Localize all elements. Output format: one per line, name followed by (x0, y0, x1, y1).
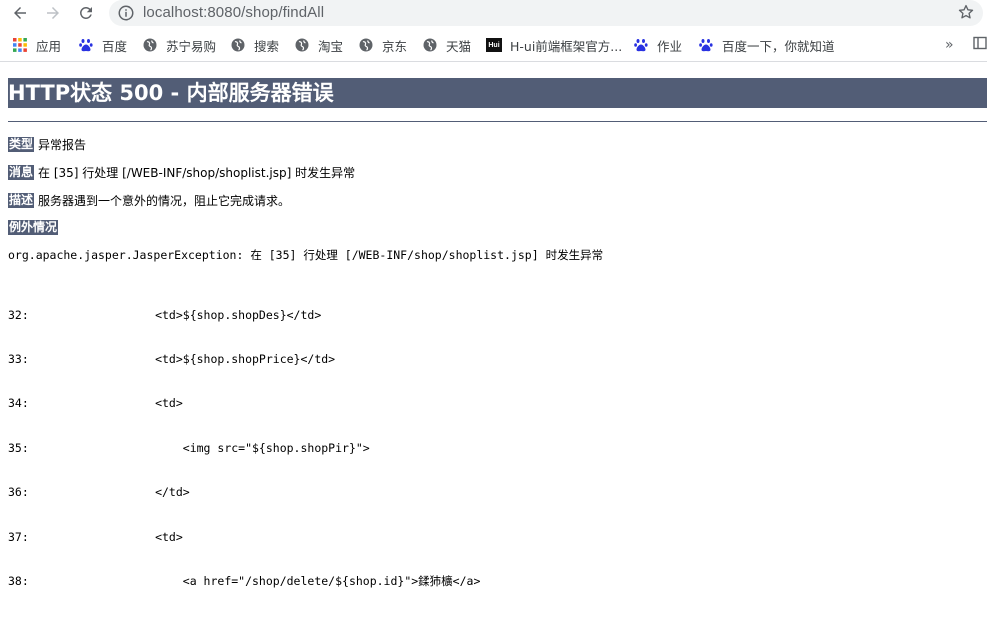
message-label: 消息 (8, 165, 35, 180)
reload-icon (80, 6, 92, 19)
error-title: HTTP状态 500 - 内部服务器错误 (8, 78, 987, 108)
bookmark-taobao[interactable]: 淘宝 (295, 35, 343, 55)
bookmark-homework[interactable]: 作业 (634, 35, 682, 55)
code-excerpt: 32: <td>${shop.shopDes}</td> 33: <td>${s… (8, 278, 480, 618)
baidu-paw-icon (699, 39, 713, 52)
baidu-paw-icon (634, 39, 648, 52)
line-number: 37: (8, 529, 29, 544)
code-line: 35: <img src="${shop.shopPir}"> (8, 441, 480, 456)
description-row: 描述 服务器遇到一个意外的情况，阻止它完成请求。 (8, 192, 290, 209)
line-number: 38: (8, 573, 29, 588)
reading-list-icon[interactable] (973, 36, 987, 50)
bookmark-label: 苏宁易购 (166, 38, 217, 54)
line-number: 35: (8, 440, 29, 455)
reload-button[interactable] (75, 2, 97, 24)
bookmark-label: 京东 (382, 38, 408, 54)
arrow-left-icon (14, 7, 26, 19)
bookmark-label: 天猫 (446, 38, 472, 54)
code-line: 34: <td> (8, 396, 480, 411)
code-text: <td> (72, 396, 183, 411)
bookmark-hui[interactable]: Hui H-ui前端框架官方... (486, 35, 622, 55)
info-icon[interactable] (117, 4, 135, 22)
browser-toolbar: localhost:8080/shop/findAll (0, 0, 987, 27)
bookmark-star-icon[interactable] (957, 3, 975, 21)
bookmark-label: 搜索 (254, 38, 280, 54)
bookmark-label: 百度一下，你就知道 (722, 38, 835, 54)
description-value: 服务器遇到一个意外的情况，阻止它完成请求。 (38, 194, 291, 208)
address-bar[interactable]: localhost:8080/shop/findAll (109, 0, 983, 26)
bookmark-label: 淘宝 (318, 38, 344, 54)
line-number: 34: (8, 396, 29, 411)
message-row: 消息 在 [35] 行处理 [/WEB-INF/shop/shoplist.js… (8, 164, 355, 181)
globe-icon (423, 38, 437, 52)
apps-grid-icon (13, 38, 27, 52)
code-text: <td>${shop.shopDes}</td> (72, 307, 322, 322)
bookmark-apps[interactable]: 应用 (13, 35, 61, 55)
code-text: </td> (72, 485, 190, 500)
more-bookmarks-button[interactable]: » (945, 37, 954, 53)
hui-logo-icon: Hui (486, 38, 502, 52)
type-row: 类型 异常报告 (8, 136, 86, 153)
exception-message: org.apache.jasper.JasperException: 在 [35… (8, 248, 604, 262)
bookmark-jd[interactable]: 京东 (359, 35, 407, 55)
code-line: 38: <a href="/shop/delete/${shop.id}">鍒犻… (8, 574, 480, 589)
line-number: 32: (8, 307, 29, 322)
back-button[interactable] (9, 2, 31, 24)
code-line: 37: <td> (8, 530, 480, 545)
url-text[interactable]: localhost:8080/shop/findAll (143, 4, 324, 21)
code-line: 36: </td> (8, 485, 480, 500)
bookmark-suning[interactable]: 苏宁易购 (143, 35, 216, 55)
baidu-paw-icon (79, 39, 93, 52)
globe-icon (359, 38, 373, 52)
code-text: <td> (72, 529, 183, 544)
bookmark-baidu-search[interactable]: 百度一下，你就知道 (699, 35, 835, 55)
forward-button[interactable] (42, 2, 64, 24)
bookmark-tmall[interactable]: 天猫 (423, 35, 471, 55)
line-number: 33: (8, 351, 29, 366)
message-value: 在 [35] 行处理 [/WEB-INF/shop/shoplist.jsp] … (38, 166, 356, 180)
bookmark-label: 百度 (102, 38, 128, 54)
bookmark-label: H-ui前端框架官方... (510, 38, 623, 54)
divider (8, 121, 987, 122)
bookmark-baidu[interactable]: 百度 (79, 35, 127, 55)
bookmark-label: 作业 (657, 38, 683, 54)
globe-icon (143, 38, 157, 52)
exception-row: 例外情况 (8, 220, 62, 235)
code-text: <a href="/shop/delete/${shop.id}">鍒犻櫎</a… (72, 573, 481, 588)
globe-icon (295, 38, 309, 52)
code-line: 32: <td>${shop.shopDes}</td> (8, 308, 480, 323)
code-text: <td>${shop.shopPrice}</td> (72, 351, 336, 366)
globe-icon (231, 38, 245, 52)
bookmarks-bar: 应用 百度 苏宁易购 搜索 淘宝 京东 天猫 Hui H-ui前端框架官方...… (0, 30, 987, 62)
code-text: <img src="${shop.shopPir}"> (72, 440, 370, 455)
code-line: 33: <td>${shop.shopPrice}</td> (8, 352, 480, 367)
exception-label: 例外情况 (8, 220, 59, 235)
description-label: 描述 (8, 193, 35, 208)
line-number: 36: (8, 485, 29, 500)
bookmark-label: 应用 (36, 38, 62, 54)
bookmark-search[interactable]: 搜索 (231, 35, 279, 55)
arrow-right-icon (47, 7, 59, 19)
type-label: 类型 (8, 137, 35, 152)
type-value: 异常报告 (38, 138, 87, 152)
